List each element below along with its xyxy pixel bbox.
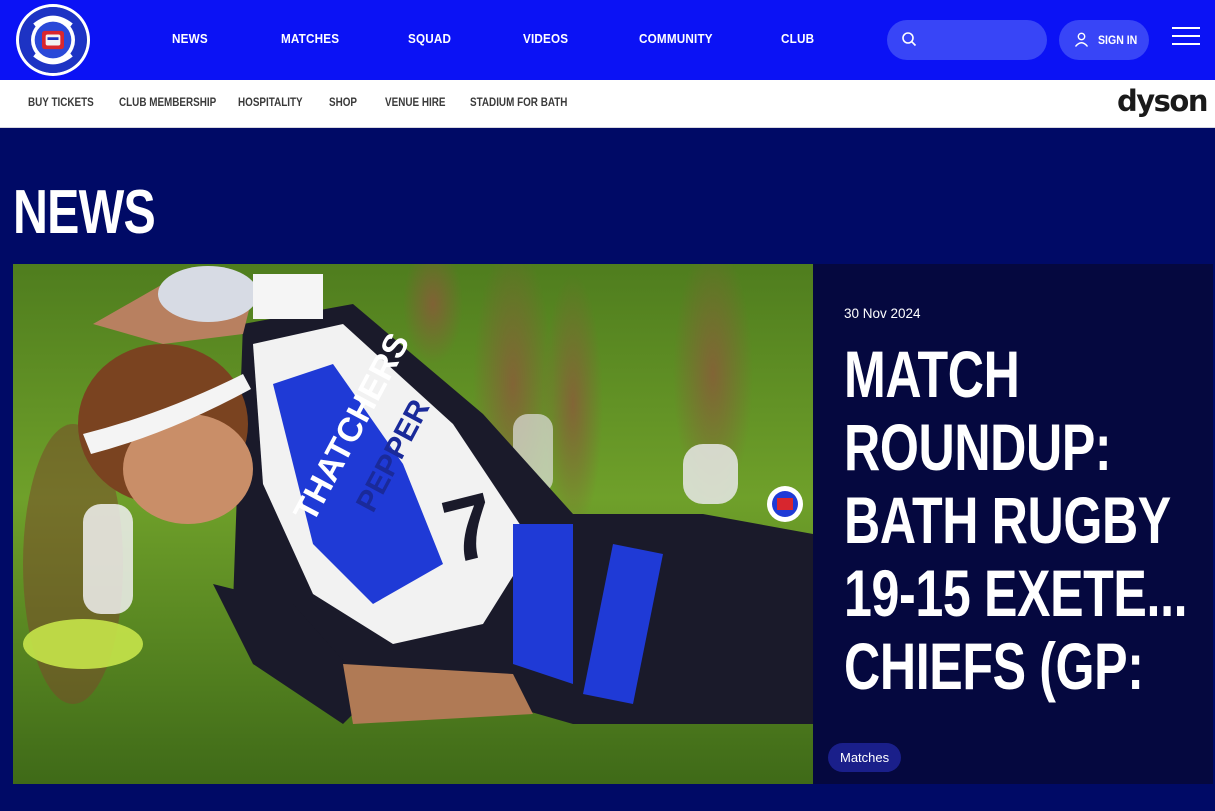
subnav-venue-hire[interactable]: VENUE HIRE: [385, 97, 445, 109]
search-input[interactable]: [925, 28, 1035, 52]
headline-line: ROUNDUP:: [844, 410, 1112, 484]
article-headline[interactable]: MATCH ROUNDUP: BATH RUGBY 19-15 EXETE...…: [844, 338, 1215, 703]
article-date: 30 Nov 2024: [844, 306, 921, 321]
nav-squad[interactable]: SQUAD: [408, 31, 451, 46]
bath-rugby-logo[interactable]: [16, 4, 90, 76]
nav-videos[interactable]: VIDEOS: [523, 31, 568, 46]
subnav-hospitality[interactable]: HOSPITALITY: [238, 97, 303, 109]
nav-news[interactable]: NEWS: [172, 31, 208, 46]
subnav-stadium-for-bath[interactable]: STADIUM FOR BATH: [470, 97, 567, 109]
featured-article-details: 30 Nov 2024 MATCH ROUNDUP: BATH RUGBY 19…: [813, 264, 1213, 784]
headline-line: BATH RUGBY: [844, 483, 1171, 557]
sponsor-logo-dyson[interactable]: dyson: [1117, 84, 1209, 118]
user-icon: [1074, 32, 1089, 47]
headline-line: CHIEFS (GP:: [844, 629, 1144, 703]
nav-community[interactable]: COMMUNITY: [639, 31, 713, 46]
category-tag[interactable]: Matches: [828, 743, 902, 772]
top-navigation: NEWS MATCHES SQUAD VIDEOS COMMUNITY CLUB…: [0, 0, 1215, 80]
featured-article-card[interactable]: THATCHERS PEPPER 7 30 Nov 2024 MATCH ROU…: [13, 264, 1213, 784]
sign-in-label: SIGN IN: [1098, 33, 1138, 47]
hamburger-menu-icon[interactable]: [1170, 27, 1202, 53]
headline-line: 19-15 EXETE...: [844, 556, 1188, 630]
crest-icon: [20, 7, 86, 73]
featured-article-image[interactable]: THATCHERS PEPPER 7: [13, 264, 813, 784]
sign-in-button[interactable]: SIGN IN: [1059, 20, 1149, 60]
subnav-shop[interactable]: SHOP: [329, 97, 357, 109]
subnav-buy-tickets[interactable]: BUY TICKETS: [28, 97, 94, 109]
search-icon: [902, 32, 917, 47]
subnav-club-membership[interactable]: CLUB MEMBERSHIP: [119, 97, 216, 109]
rugby-player-try-image: THATCHERS PEPPER 7: [13, 264, 813, 784]
secondary-navigation: BUY TICKETS CLUB MEMBERSHIP HOSPITALITY …: [0, 80, 1215, 128]
headline-line: MATCH: [844, 337, 1020, 411]
page-title: NEWS: [13, 178, 156, 247]
nav-matches[interactable]: MATCHES: [281, 31, 339, 46]
nav-club[interactable]: CLUB: [781, 31, 814, 46]
search-box[interactable]: [887, 20, 1047, 60]
